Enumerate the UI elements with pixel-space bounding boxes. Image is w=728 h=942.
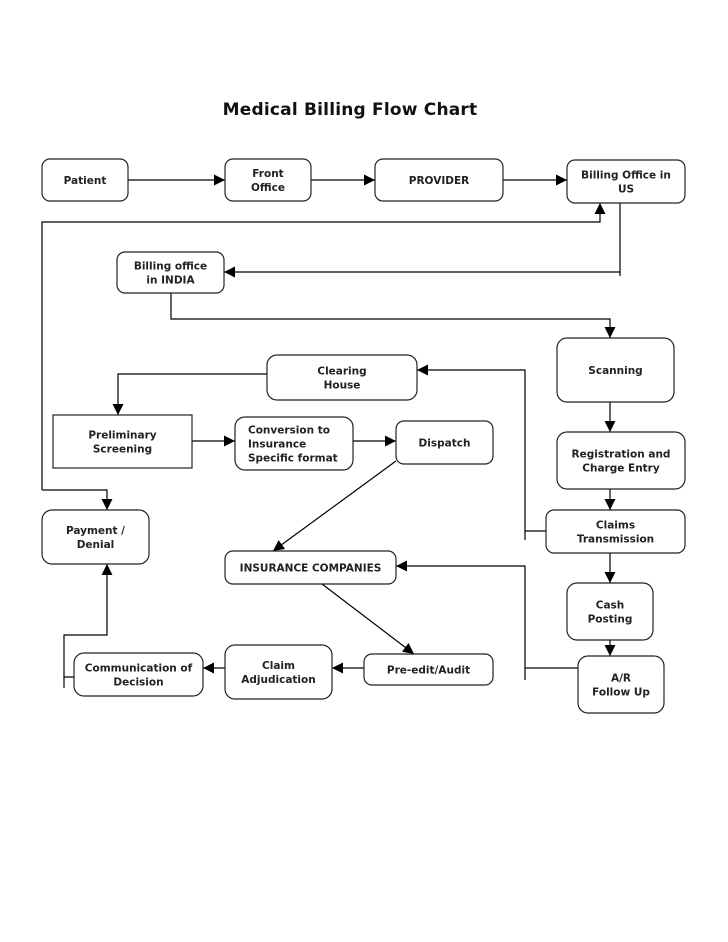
node-label: House <box>324 380 361 392</box>
node-patient: Patient <box>41 158 129 202</box>
node-label: Preliminary <box>88 430 156 442</box>
node-clearing-house: Clearing House <box>266 354 418 401</box>
node-label: in INDIA <box>146 275 195 287</box>
node-registration: Registration and Charge Entry <box>556 431 686 490</box>
connector-clearing-to-screening <box>112 373 267 415</box>
node-label: Scanning <box>588 365 642 377</box>
node-label: Pre-edit/Audit <box>387 665 470 677</box>
node-label: Claims <box>596 520 635 532</box>
node-box <box>566 159 686 204</box>
node-box <box>556 431 686 490</box>
node-label: Office <box>251 182 285 194</box>
node-box <box>224 158 312 202</box>
node-insurance-companies: INSURANCE COMPANIES <box>224 550 397 585</box>
node-label: Patient <box>64 175 107 187</box>
node-label: Cash <box>596 600 625 612</box>
node-label: Front <box>252 168 283 180</box>
node-label: Screening <box>93 444 152 456</box>
node-label: US <box>618 184 634 196</box>
node-dispatch: Dispatch <box>395 420 494 465</box>
node-box <box>224 644 333 700</box>
node-box <box>41 509 150 565</box>
node-label: Billing office <box>134 261 207 273</box>
node-front-office: Front Office <box>224 158 312 202</box>
node-label: Claim <box>262 660 295 672</box>
node-label: Dispatch <box>419 438 471 450</box>
node-label: Decision <box>113 677 163 689</box>
node-label: Insurance <box>248 439 306 451</box>
node-label: Specific format <box>248 453 338 465</box>
node-payment-denial: Payment / Denial <box>41 509 150 565</box>
node-ar-follow-up: A/R Follow Up <box>577 655 665 714</box>
connector-dispatch-to-insurance <box>272 460 397 552</box>
node-label: Clearing <box>317 366 366 378</box>
node-label: Transmission <box>577 534 654 546</box>
node-communication: Communication of Decision <box>73 652 204 697</box>
node-box <box>116 251 225 294</box>
node-conversion: Conversion to Insurance Specific format <box>234 416 354 471</box>
node-billing-us: Billing Office in US <box>566 159 686 204</box>
node-label: PROVIDER <box>409 175 469 187</box>
node-claims-transmission: Claims Transmission <box>545 509 686 554</box>
connector-ar-to-insurance <box>396 560 578 669</box>
node-box <box>566 582 654 641</box>
connector-left-loop-to-payment <box>42 489 113 510</box>
node-box <box>545 509 686 554</box>
node-pre-edit: Pre-edit/Audit <box>363 653 494 686</box>
node-label: Follow Up <box>592 687 650 699</box>
node-preliminary-screening: Preliminary Screening <box>52 414 193 469</box>
node-label: INSURANCE COMPANIES <box>240 563 382 575</box>
node-label: Denial <box>77 539 115 551</box>
node-box <box>73 652 204 697</box>
node-claim-adjudication: Claim Adjudication <box>224 644 333 700</box>
node-label: Communication of <box>85 663 193 675</box>
node-label: Conversion to <box>248 425 330 437</box>
node-label: A/R <box>611 673 631 685</box>
node-box <box>266 354 418 401</box>
node-billing-india: Billing office in INDIA <box>116 251 225 294</box>
node-provider: PROVIDER <box>374 158 504 202</box>
node-cash-posting: Cash Posting <box>566 582 654 641</box>
connector-insurance-to-preedit <box>321 583 415 655</box>
connector-billing-us-to-india <box>224 203 621 278</box>
node-label: Payment / <box>66 525 125 537</box>
node-label: Adjudication <box>241 674 315 686</box>
node-label: Posting <box>588 614 633 626</box>
connector-india-to-scanning <box>170 293 616 338</box>
flow-diagram: Patient Front Office PROVIDER Billing Office… <box>41 158 686 714</box>
node-scanning: Scanning <box>556 337 675 403</box>
node-box <box>577 655 665 714</box>
node-label: Billing Office in <box>581 170 671 182</box>
node-box <box>52 414 193 469</box>
node-label: Charge Entry <box>582 463 660 475</box>
node-label: Registration and <box>572 449 671 461</box>
